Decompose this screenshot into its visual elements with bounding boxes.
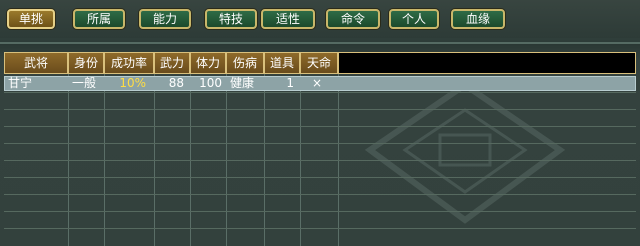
column-header-items[interactable]: 道具 <box>264 52 300 74</box>
column-header-injury[interactable]: 伤病 <box>226 52 264 74</box>
header-divider <box>0 42 640 44</box>
header-filler <box>338 52 636 74</box>
column-header-destiny[interactable]: 天命 <box>300 52 338 74</box>
column-header-strength[interactable]: 武力 <box>154 52 190 74</box>
tab-ability[interactable]: 能力 <box>139 9 191 29</box>
grid-line <box>4 92 636 93</box>
cell-success-rate: 10% <box>119 76 146 90</box>
grid-line <box>4 109 636 110</box>
tab-aptitude[interactable]: 适性 <box>261 9 315 29</box>
cell-status: 一般 <box>72 76 97 90</box>
column-header-success-rate[interactable]: 成功率 <box>104 52 154 74</box>
table-row-selected[interactable]: 甘宁 一般 10% 88 100 健康 1 × <box>4 76 636 91</box>
column-header-status[interactable]: 身份 <box>68 52 104 74</box>
tab-bar: 单挑 所属 能力 特技 适性 命令 个人 血缘 <box>0 0 640 38</box>
cell-injury: 健康 <box>230 76 255 90</box>
grid-line <box>4 194 636 195</box>
grid-line <box>4 177 636 178</box>
tab-lineage[interactable]: 血缘 <box>451 9 505 29</box>
grid-line <box>4 143 636 144</box>
cell-name: 甘宁 <box>8 76 33 90</box>
cell-strength: 88 <box>168 76 184 90</box>
tab-skills[interactable]: 特技 <box>205 9 257 29</box>
grid-line <box>4 160 636 161</box>
column-header-stamina[interactable]: 体力 <box>190 52 226 74</box>
column-header-name[interactable]: 武将 <box>4 52 68 74</box>
grid-line <box>4 126 636 127</box>
cell-stamina: 100 <box>199 76 222 90</box>
tab-duel[interactable]: 单挑 <box>7 9 55 29</box>
officer-table: 武将 身份 成功率 武力 体力 伤病 道具 天命 甘宁 一般 10% 88 10… <box>4 52 636 246</box>
grid-line <box>4 228 636 229</box>
tab-command[interactable]: 命令 <box>326 9 380 29</box>
grid-line <box>4 211 636 212</box>
tab-affiliation[interactable]: 所属 <box>73 9 125 29</box>
cell-destiny: × <box>312 76 323 90</box>
cell-items: 1 <box>286 76 294 90</box>
tab-personal[interactable]: 个人 <box>389 9 439 29</box>
